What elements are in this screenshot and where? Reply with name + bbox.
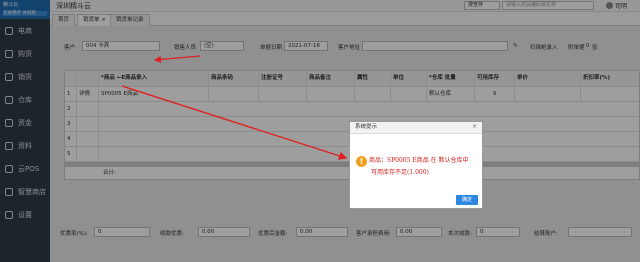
ok-button[interactable]: 确定 <box>456 195 478 205</box>
dialog-message-line2: 可用库存不足(1.000) <box>371 169 429 176</box>
system-alert-dialog: 系统提示 × ! 商品：SP0005 E商品 在 默认仓库中 可用库存不足(1.… <box>349 121 483 209</box>
close-icon[interactable]: × <box>472 123 477 130</box>
dialog-message-line1: 商品：SP0005 E商品 在 默认仓库中 <box>369 157 469 164</box>
warning-icon: ! <box>356 156 367 167</box>
modal-backdrop <box>0 0 640 262</box>
dialog-title: 系统提示 <box>350 122 482 134</box>
